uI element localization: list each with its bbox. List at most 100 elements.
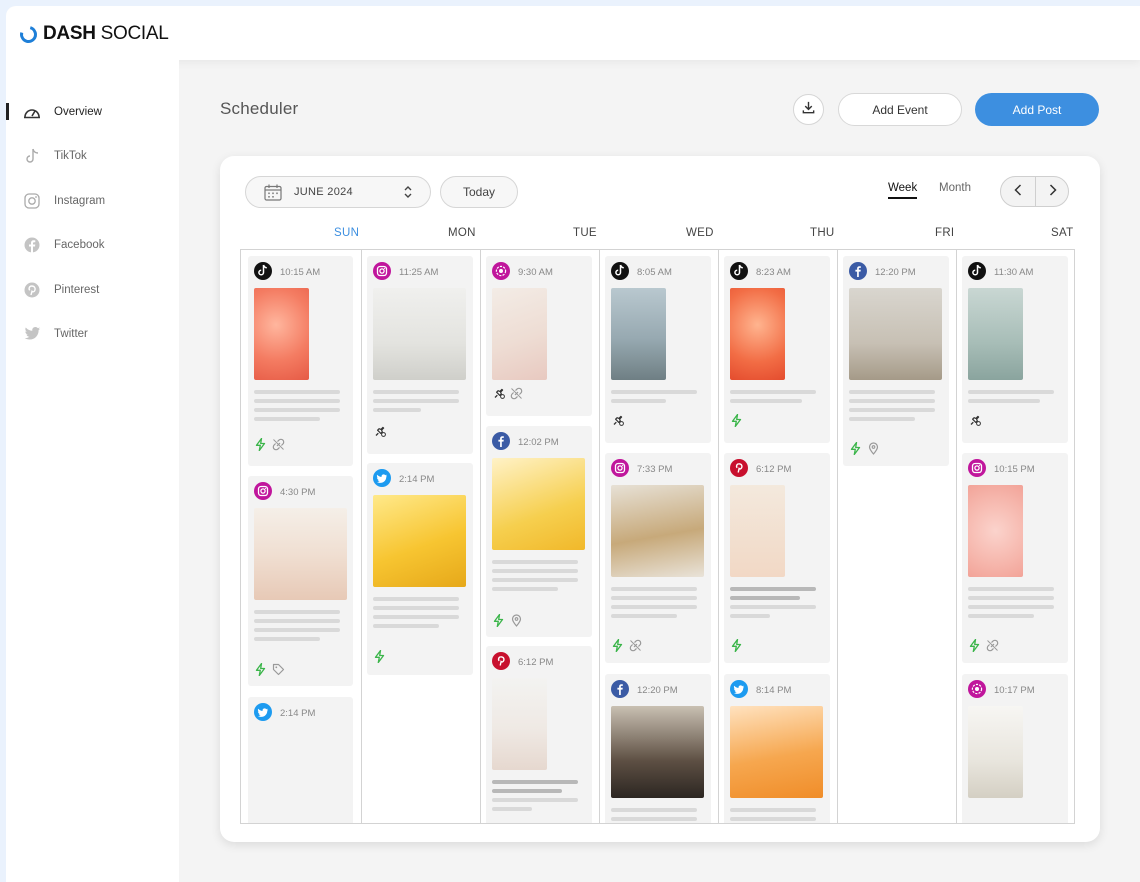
scheduled-post-card[interactable]: 12:02 PM	[486, 426, 592, 637]
caption-placeholder-line	[373, 606, 459, 610]
month-picker[interactable]: JUNE 2024	[245, 176, 431, 208]
sidebar-item-label: Twitter	[54, 328, 88, 340]
scheduled-post-card[interactable]: 8:05 AM	[605, 256, 711, 443]
instagram-icon	[254, 482, 272, 500]
scheduled-post-card[interactable]: 4:30 PM	[248, 476, 353, 686]
post-time: 6:12 PM	[518, 657, 554, 668]
post-thumbnail[interactable]	[730, 706, 823, 798]
sidebar-item-overview[interactable]: Overview	[6, 101, 179, 125]
post-thumbnail[interactable]	[611, 288, 666, 380]
download-button[interactable]	[793, 94, 824, 125]
post-thumbnail[interactable]	[254, 729, 347, 821]
scheduled-post-card[interactable]: 12:20 PM	[605, 674, 711, 823]
tab-week[interactable]: Week	[888, 182, 918, 199]
post-thumbnail[interactable]	[849, 288, 942, 380]
caption-placeholder-line	[611, 817, 697, 821]
caption-placeholder-line	[611, 605, 697, 609]
unlinked-icon[interactable]	[629, 639, 642, 652]
dash-social-logo[interactable]: DASH SOCIAL	[16, 22, 169, 46]
previous-week-button[interactable]	[1001, 177, 1035, 206]
post-thumbnail[interactable]	[373, 495, 466, 587]
bolt-icon[interactable]	[730, 639, 743, 652]
post-thumbnail[interactable]	[611, 485, 704, 577]
post-thumbnail[interactable]	[492, 458, 585, 550]
post-thumbnail[interactable]	[730, 485, 785, 577]
scheduled-post-card[interactable]: 12:20 PM	[843, 256, 949, 466]
caption-placeholder-line	[611, 596, 697, 600]
sidebar-item-facebook[interactable]: Facebook	[6, 234, 179, 258]
caption-placeholder-line	[611, 399, 666, 403]
caption-placeholder-line	[730, 399, 802, 403]
scheduler-card: JUNE 2024 Today Week Month SUN MON TUE W…	[220, 156, 1100, 842]
add-event-button[interactable]: Add Event	[838, 93, 962, 126]
bolt-icon[interactable]	[254, 663, 267, 676]
caption-placeholder-line	[254, 619, 340, 623]
active-indicator	[6, 103, 9, 120]
post-thumbnail[interactable]	[254, 508, 347, 600]
post-thumbnail[interactable]	[492, 288, 547, 380]
post-time: 12:20 PM	[875, 267, 916, 278]
up-down-chevron-icon	[403, 185, 413, 204]
post-thumbnail[interactable]	[611, 706, 704, 798]
scheduled-post-card[interactable]: 6:12 PM	[724, 453, 830, 663]
tab-month[interactable]: Month	[939, 182, 971, 194]
unlinked-icon[interactable]	[986, 639, 999, 652]
pin-reminder-icon[interactable]	[373, 425, 386, 438]
add-post-button[interactable]: Add Post	[975, 93, 1099, 126]
pin-reminder-icon[interactable]	[492, 387, 505, 400]
post-time: 11:30 AM	[994, 267, 1034, 278]
scheduled-post-card[interactable]: 10:15 AM	[248, 256, 353, 466]
post-thumbnail[interactable]	[254, 288, 309, 380]
scheduled-post-card[interactable]: 8:14 PM	[724, 674, 830, 823]
sidebar-item-tiktok[interactable]: TikTok	[6, 145, 179, 169]
day-header-mon: MON	[448, 227, 476, 239]
sidebar-item-instagram[interactable]: Instagram	[6, 190, 179, 214]
caption-placeholder-line	[611, 808, 697, 812]
post-actions	[254, 438, 285, 451]
bolt-icon[interactable]	[254, 438, 267, 451]
scheduled-post-card[interactable]: 11:25 AM	[367, 256, 473, 454]
post-thumbnail[interactable]	[373, 288, 466, 380]
post-thumbnail[interactable]	[968, 485, 1023, 577]
week-grid: 10:15 AM 4:30 PM 2:14 PM 11:25 AM 2:14 PM 9:3…	[240, 249, 1075, 824]
bolt-icon[interactable]	[373, 650, 386, 663]
sidebar: Overview TikTok Instagram Facebook Pinte…	[6, 60, 179, 882]
scheduled-post-card[interactable]: 9:30 AM	[486, 256, 592, 416]
sidebar-item-pinterest[interactable]: Pinterest	[6, 279, 179, 303]
sidebar-item-twitter[interactable]: Twitter	[6, 323, 179, 347]
scheduled-post-card[interactable]: 7:33 PM	[605, 453, 711, 663]
caption-placeholder-line	[849, 390, 935, 394]
scheduled-post-card[interactable]: 2:14 PM	[367, 463, 473, 675]
chevron-left-icon	[1014, 183, 1022, 201]
bolt-icon[interactable]	[611, 639, 624, 652]
unlinked-icon[interactable]	[272, 438, 285, 451]
scheduled-post-card[interactable]: 8:23 AM	[724, 256, 830, 443]
pin-reminder-icon[interactable]	[968, 414, 981, 427]
location-pin-icon[interactable]	[510, 614, 523, 627]
caption-placeholder-line	[492, 560, 578, 564]
scheduled-post-card[interactable]: 2:14 PM	[248, 697, 353, 823]
caption-placeholder-line	[730, 614, 770, 618]
page-title: Scheduler	[220, 99, 299, 118]
scheduled-post-card[interactable]: 6:12 PM	[486, 646, 592, 823]
unlinked-icon[interactable]	[510, 387, 523, 400]
today-button[interactable]: Today	[440, 176, 518, 208]
post-thumbnail[interactable]	[968, 288, 1023, 380]
column-divider	[837, 250, 838, 823]
post-thumbnail[interactable]	[730, 288, 785, 380]
bolt-icon[interactable]	[968, 639, 981, 652]
bolt-icon[interactable]	[849, 442, 862, 455]
scheduled-post-card[interactable]: 11:30 AM	[962, 256, 1068, 443]
scheduled-post-card[interactable]: 10:15 PM	[962, 453, 1068, 663]
twitter-icon	[373, 469, 391, 487]
bolt-icon[interactable]	[492, 614, 505, 627]
pin-reminder-icon[interactable]	[611, 414, 624, 427]
post-thumbnail[interactable]	[968, 706, 1023, 798]
facebook-icon	[611, 680, 629, 698]
bolt-icon[interactable]	[730, 414, 743, 427]
scheduled-post-card[interactable]: 10:17 PM	[962, 674, 1068, 823]
next-week-button[interactable]	[1036, 177, 1070, 206]
post-thumbnail[interactable]	[492, 678, 547, 770]
tag-icon[interactable]	[272, 663, 285, 676]
location-pin-icon[interactable]	[867, 442, 880, 455]
